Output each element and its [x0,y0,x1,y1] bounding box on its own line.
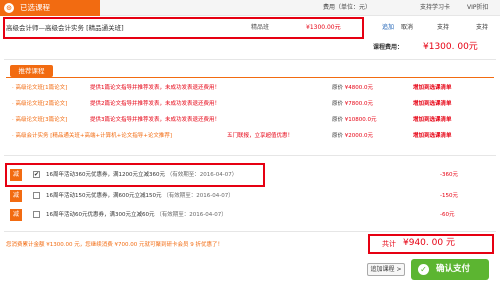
tab-label: 已选课程 [20,3,50,12]
coupon-checkbox[interactable]: ✔ [33,171,40,178]
recommend-row: · 高级论文班[2篇论文] 提供2篇论文指导并推荐发表，未成功发表退还费用！ 原… [0,98,500,110]
recommend-name: · 高级论文班[2篇论文] [12,101,68,107]
coupon-checkbox[interactable] [33,211,40,218]
course-name: 高级会计师—高级会计实务 [精品通关班] [6,24,124,32]
total-value: ¥940. 00 元 [403,238,455,248]
course-fee-value: ¥1300. 00元 [423,42,478,52]
recommend-price: 原价 ¥2000.0元 [332,133,374,139]
divider [4,155,496,156]
coupon-amount: -360元 [440,172,458,178]
recommend-desc: 五门联报，立享超值优惠！ [227,133,294,139]
recommend-desc: 提供2篇论文指导并推荐发表，未成功发表退还费用！ [90,101,221,107]
coupon-amount: -60元 [440,212,455,218]
coupon-text: 16周年活动150元优惠券，满600元立减150元 （有效期至：2016-04-… [46,193,234,199]
recommend-name: · 高级会计实务 [精品通关班+高端+计算机+论文指导+论文推荐] [12,133,172,139]
total-label: 共计 [382,240,396,248]
add-to-list-link[interactable]: 增加到选课清单 [413,98,452,110]
confirm-pay-label: 确认支付 [436,264,471,274]
cancel-link[interactable]: 取消 [401,23,413,33]
add-to-list-link[interactable]: 增加到选课清单 [413,114,452,126]
spending-note: 您消费累计金额 ¥1300.00 元，您继续消费 ¥700.00 元就可聚到研卡… [6,242,223,248]
cart-header: ⊙ 已选课程 费用（单位：元） 支持学习卡 VIP折扣 [0,0,500,16]
add-to-list-link[interactable]: 增加到选课清单 [413,82,452,94]
recommend-price: 原价 ¥4800.0元 [332,85,374,91]
course-fee-label: 课程费用： [373,44,404,51]
cart-icon: ⊙ [4,3,14,13]
coupon-row: 减 ✔ 16周年活动360元优惠券，满1200元立减360元 （有效期至：201… [0,168,500,182]
discount-badge-icon: 减 [10,209,22,221]
recommend-desc: 提供3篇论文指导并推荐发表，未成功发表退还费用！ [90,117,221,123]
course-type: 精品班 [251,24,270,31]
course-price: ¥1300.00元 [306,24,341,31]
recommend-price: 原价 ¥10800.0元 [332,117,377,123]
coupon-checkbox[interactable] [33,192,40,199]
col-fee-header: 费用（单位：元） [323,4,372,11]
add-to-list-link[interactable]: 增加到选课清单 [413,130,452,142]
coupon-text: 16周年活动360元优惠券，满1200元立减360元 （有效期至：2016-04… [46,172,238,178]
recommend-name: · 高级论文班[1篇论文] [12,85,68,91]
col-vip-header: VIP折扣 [467,4,489,11]
recommend-row: · 高级论文班[3篇论文] 提供3篇论文指导并推荐发表，未成功发表退还费用！ 原… [0,114,500,126]
tab-selected-courses[interactable]: ⊙ 已选课程 [0,0,100,16]
discount-badge-icon: 减 [10,169,22,181]
divider [4,59,496,60]
recommend-desc: 提供1篇论文指导并推荐发表，未成功发表退还费用！ [90,85,221,91]
recommend-row: · 高级会计实务 [精品通关班+高端+计算机+论文指导+论文推荐] 五门联报，立… [0,130,500,142]
col-support-header: 支持学习卡 [420,4,451,11]
add-link[interactable]: 追加 [382,23,394,33]
add-course-button[interactable]: 追加课程 > [367,263,405,276]
check-icon: ✓ [418,264,429,275]
discount-badge-icon: 减 [10,190,22,202]
recommend-row: · 高级论文班[1篇论文] 提供1篇论文指导并推荐发表，未成功发表退还费用！ 原… [0,82,500,94]
recommend-price: 原价 ¥7800.0元 [332,101,374,107]
coupon-row: 减 16周年活动60元优惠券，满300元立减60元 （有效期至：2016-04-… [0,208,500,222]
coupon-row: 减 16周年活动150元优惠券，满600元立减150元 （有效期至：2016-0… [0,189,500,203]
recommend-divider [6,77,494,78]
support-value: 支持 [437,24,450,31]
coupon-amount: -150元 [440,193,458,199]
recommend-name: · 高级论文班[3篇论文] [12,117,68,123]
divider [4,231,496,232]
vip-value: 支持 [476,24,489,31]
recommend-title: 推荐课程 [10,65,53,77]
coupon-text: 16周年活动60元优惠券，满300元立减60元 （有效期至：2016-04-07… [46,212,227,218]
confirm-pay-button[interactable]: ✓ 确认支付 [411,259,489,280]
